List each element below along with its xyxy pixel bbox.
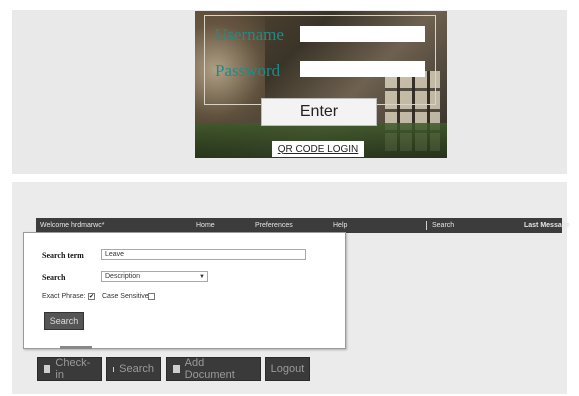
search-submit-button[interactable]: Search — [44, 312, 84, 330]
exact-phrase-checkbox[interactable]: ✔ — [88, 293, 95, 300]
password-label: Password — [215, 61, 281, 80]
search-field-label: Search — [42, 273, 66, 282]
nav-help[interactable]: Help — [333, 222, 347, 229]
username-label: Username — [215, 25, 284, 44]
search-term-input[interactable]: Leave — [101, 249, 306, 260]
document-icon — [44, 365, 51, 373]
search-button[interactable]: Search — [106, 357, 161, 381]
top-navbar: Welcome hrdmarwc* Home Preferences Help … — [36, 218, 570, 233]
search-field-value: Description — [105, 273, 141, 280]
nav-search[interactable]: Search — [432, 222, 454, 229]
add-document-label: Add Document — [184, 357, 235, 381]
search-icon — [113, 366, 115, 372]
check-in-button[interactable]: Check-in — [37, 357, 102, 381]
panel-shadow-strip — [60, 346, 92, 349]
logout-button[interactable]: Logout — [265, 357, 310, 381]
nav-last-message[interactable]: Last Message — [524, 222, 570, 229]
enter-button[interactable]: Enter — [261, 98, 377, 126]
add-document-button[interactable]: Add Document — [166, 357, 261, 381]
nav-separator — [426, 221, 427, 230]
chevron-down-icon: ▼ — [199, 274, 205, 280]
exact-phrase-label: Exact Phrase: — [42, 293, 86, 300]
search-field-select[interactable]: Description ▼ — [101, 271, 208, 282]
nav-home[interactable]: Home — [196, 222, 215, 229]
search-term-label: Search term — [42, 251, 84, 260]
qr-code-login-link[interactable]: QR CODE LOGIN — [272, 141, 364, 157]
case-sensitive-checkbox[interactable] — [148, 293, 155, 300]
add-document-icon — [173, 365, 180, 373]
username-input[interactable] — [300, 26, 425, 42]
check-in-label: Check-in — [55, 357, 91, 381]
search-button-label: Search — [119, 363, 154, 375]
logout-label: Logout — [270, 363, 305, 375]
password-input[interactable] — [300, 61, 425, 77]
welcome-text: Welcome hrdmarwc* — [40, 222, 105, 229]
case-sensitive-label: Case Sensitive — [102, 293, 149, 300]
nav-preferences[interactable]: Preferences — [255, 222, 293, 229]
